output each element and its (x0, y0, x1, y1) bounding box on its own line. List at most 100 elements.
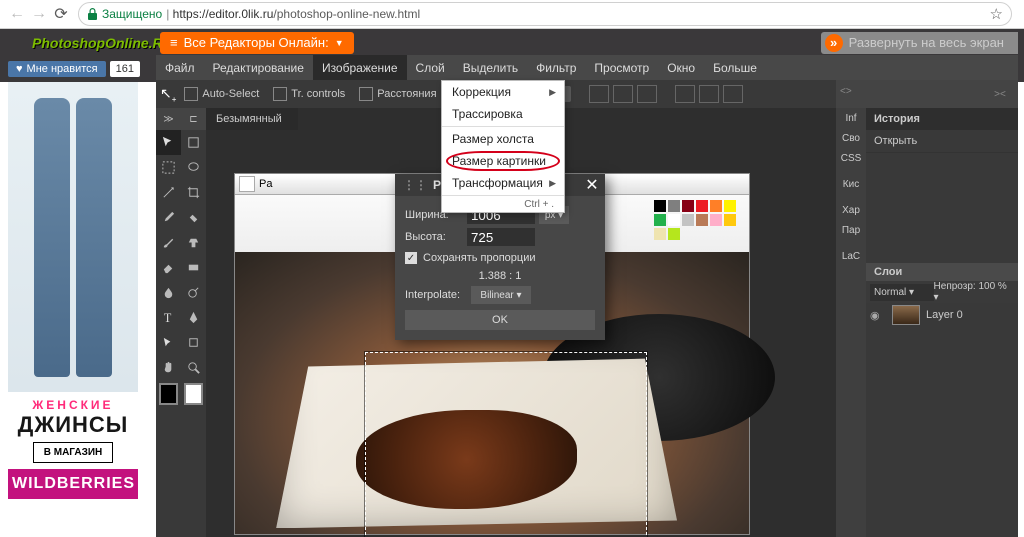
gradient-tool[interactable] (181, 255, 206, 280)
align-icon-5[interactable] (699, 85, 719, 103)
panel-kis[interactable]: Кис (836, 174, 866, 194)
panel-par[interactable]: Пар (836, 220, 866, 240)
toolbox-dock-icon[interactable]: ⊏ (181, 108, 206, 130)
toolbox-collapse-icon[interactable]: ≫ (156, 108, 181, 130)
bookmark-icon[interactable]: ☆ (990, 5, 1003, 23)
expand-icon: » (825, 34, 843, 52)
heal-tool[interactable] (181, 205, 206, 230)
menu-more[interactable]: Больше (704, 55, 766, 80)
panel-css[interactable]: CSS (836, 148, 866, 168)
document-tab[interactable]: Безымянный (206, 108, 298, 130)
brush-tool[interactable] (156, 230, 181, 255)
menu-image[interactable]: Изображение (313, 55, 407, 80)
align-icon-2[interactable] (613, 85, 633, 103)
menu-edit[interactable]: Редактирование (204, 55, 313, 80)
interpolate-dropdown[interactable]: Bilinear ▾ (471, 286, 531, 304)
lasso-tool[interactable] (181, 155, 206, 180)
menu-file[interactable]: Файл (156, 55, 204, 80)
menu-select[interactable]: Выделить (454, 55, 527, 80)
artboard-tool[interactable] (181, 130, 206, 155)
crop-tool[interactable] (181, 180, 206, 205)
menu-filter[interactable]: Фильтр (527, 55, 585, 80)
menu-view[interactable]: Просмотр (585, 55, 658, 80)
close-icon[interactable]: ✕ (583, 176, 601, 194)
panel-har[interactable]: Хар (836, 200, 866, 220)
wand-tool[interactable] (156, 180, 181, 205)
pen-tool[interactable] (181, 305, 206, 330)
document-tab-label: Безымянный (216, 113, 282, 125)
blend-mode-dropdown[interactable]: Normal ▾ (870, 284, 934, 301)
height-input[interactable] (467, 228, 535, 246)
layer-thumbnail[interactable] (892, 305, 920, 325)
align-icon-3[interactable] (637, 85, 657, 103)
toolbox-header: ≫ ⊏ (156, 108, 206, 130)
transform-controls-checkbox[interactable] (273, 87, 287, 101)
panel-collapse-icon-2[interactable]: >< (990, 80, 1010, 108)
bg-color[interactable] (184, 383, 203, 405)
ad-line2: ДЖИНСЫ (12, 412, 134, 438)
eyedropper-tool[interactable] (156, 205, 181, 230)
layers-panel-tab[interactable]: Слои (866, 263, 1018, 281)
menu-layer[interactable]: Слой (407, 55, 454, 80)
ok-button[interactable]: OK (405, 310, 595, 330)
align-icon-4[interactable] (675, 85, 695, 103)
history-item-open[interactable]: Открыть (866, 130, 1018, 153)
keep-ratio-checkbox[interactable]: ✓Сохранять пропорции (405, 252, 595, 264)
reload-button[interactable]: ⟳ (50, 3, 72, 25)
menu-trace[interactable]: Трассировка (442, 103, 564, 125)
dodge-tool[interactable] (181, 280, 206, 305)
menu-icon: ≡ (170, 35, 178, 50)
menu-window[interactable]: Окно (658, 55, 704, 80)
panel-collapse-icon[interactable]: <> (840, 86, 852, 97)
expand-fullscreen-button[interactable]: » Развернуть на весь экран (821, 32, 1018, 54)
panel-svo[interactable]: Сво (836, 128, 866, 148)
back-button[interactable]: ← (6, 3, 28, 25)
paint-color-swatches[interactable] (653, 199, 743, 239)
panel-info[interactable]: Inf (836, 108, 866, 128)
blur-tool[interactable] (156, 280, 181, 305)
menu-shortcut-hint: Ctrl + . (442, 197, 564, 212)
auto-select-checkbox[interactable] (184, 87, 198, 101)
panel-lac[interactable]: LaC (836, 246, 866, 266)
zoom-tool[interactable] (181, 355, 206, 380)
hand-tool[interactable] (156, 355, 181, 380)
image-menu-dropdown: Коррекция▶ Трассировка Размер холста Раз… (441, 80, 565, 213)
all-editors-dropdown[interactable]: ≡ Все Редакторы Онлайн: ▼ (160, 32, 354, 54)
menu-image-size[interactable]: Размер картинки (442, 150, 564, 172)
menu-transform[interactable]: Трансформация▶ (442, 172, 564, 194)
ad-cta-button[interactable]: В МАГАЗИН (33, 442, 114, 463)
forward-button[interactable]: → (28, 3, 50, 25)
marquee-selection[interactable] (365, 352, 647, 537)
eraser-tool[interactable] (156, 255, 181, 280)
clone-tool[interactable] (181, 230, 206, 255)
layer-name[interactable]: Layer 0 (926, 309, 963, 321)
align-icon-6[interactable] (723, 85, 743, 103)
shape-tool[interactable] (181, 330, 206, 355)
site-logo[interactable]: PhotoshopOnline.Ru (0, 35, 156, 51)
menu-correction[interactable]: Коррекция▶ (442, 81, 564, 103)
opacity-value[interactable]: 100 % (978, 281, 1006, 292)
paint-app-icon (239, 176, 255, 192)
visibility-eye-icon[interactable]: ◉ (870, 309, 886, 322)
layer-row[interactable]: ◉ Layer 0 (866, 303, 1018, 327)
distances-label: Расстояния (377, 88, 436, 100)
sidebar-ad[interactable]: ⓘ ✕ ЖЕНСКИЕ ДЖИНСЫ В МАГАЗИН WILDBERRIES (8, 82, 138, 537)
menu-canvas-size[interactable]: Размер холста (442, 128, 564, 150)
transform-controls-label: Tr. controls (291, 88, 345, 100)
address-bar[interactable]: Защищено | https://editor.0lik.ru/photos… (78, 2, 1012, 26)
history-panel-tab[interactable]: История (866, 108, 1018, 130)
like-count: 161 (110, 61, 140, 77)
ad-line1: ЖЕНСКИЕ (12, 398, 134, 412)
path-tool[interactable] (156, 330, 181, 355)
menu-separator (442, 126, 564, 127)
submenu-arrow-icon: ▶ (549, 87, 556, 98)
ad-brand: WILDBERRIES (8, 469, 138, 499)
marquee-tool[interactable] (156, 155, 181, 180)
fg-color[interactable] (159, 383, 178, 405)
move-tool[interactable] (156, 130, 181, 155)
type-tool[interactable]: T (156, 305, 181, 330)
distances-checkbox[interactable] (359, 87, 373, 101)
align-icon-1[interactable] (589, 85, 609, 103)
all-editors-label: Все Редакторы Онлайн: (184, 35, 329, 50)
like-button[interactable]: ♥ Мне нравится (8, 61, 106, 77)
